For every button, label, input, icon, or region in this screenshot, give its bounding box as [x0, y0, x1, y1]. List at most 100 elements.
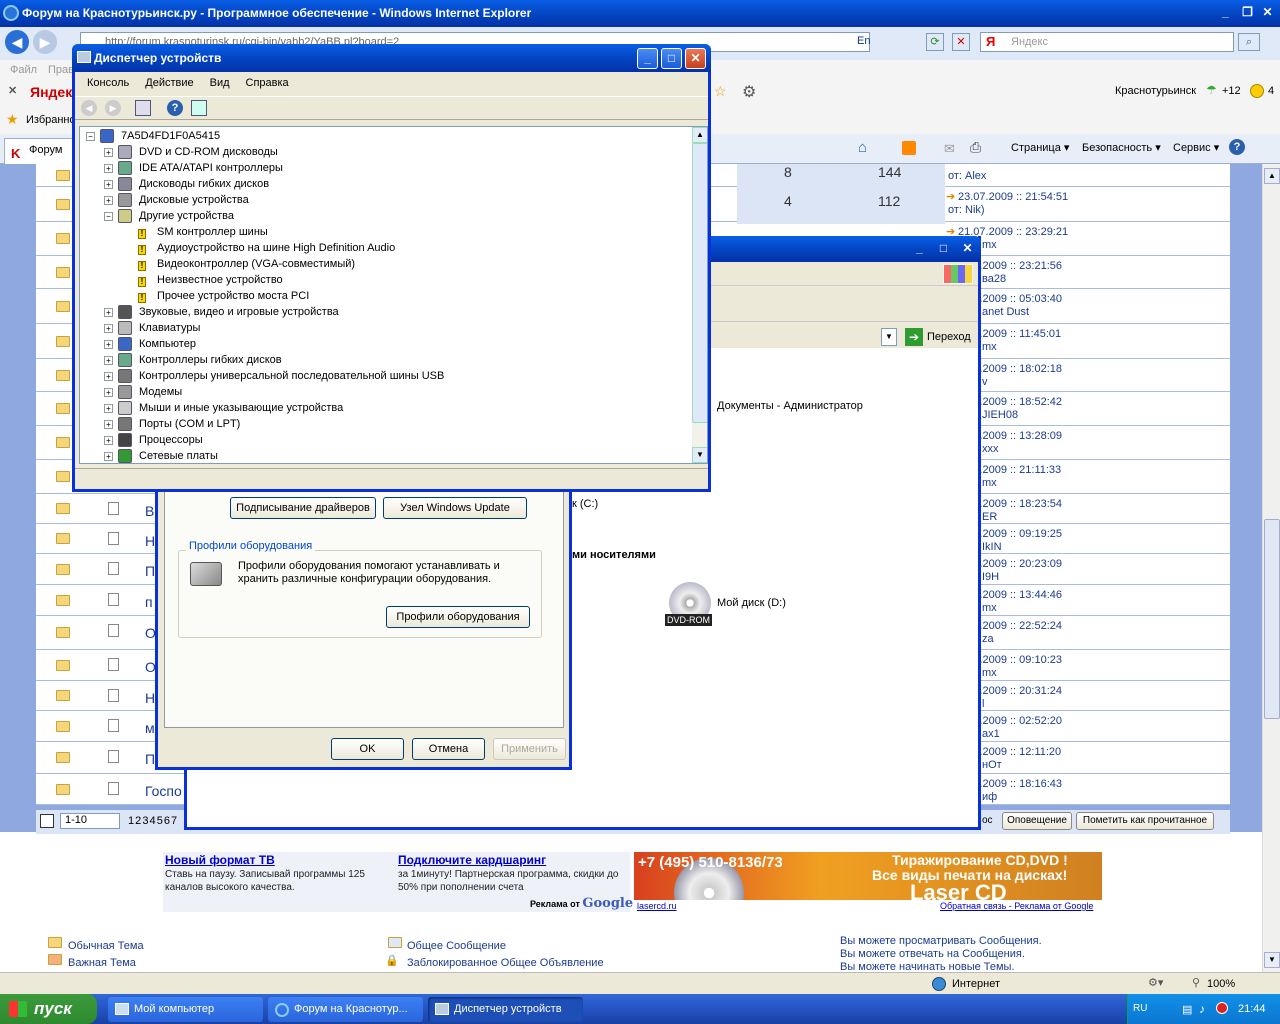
- search-icon[interactable]: ⌕: [1238, 33, 1260, 51]
- page-menu[interactable]: Страница ▾: [1011, 141, 1069, 154]
- topic-subject[interactable]: Н: [145, 690, 155, 706]
- topic-subject[interactable]: Госпо: [145, 783, 182, 799]
- help-icon[interactable]: ?: [1229, 139, 1245, 155]
- devmgr-maximize-button[interactable]: □: [661, 48, 682, 69]
- devmgr-minimize-button[interactable]: _: [637, 48, 658, 69]
- rss-icon[interactable]: [902, 141, 916, 155]
- expand-icon[interactable]: +: [104, 372, 113, 381]
- properties-icon[interactable]: [191, 100, 207, 116]
- device-tree[interactable]: − 7A5D4FD1F0A5415 + DVD и CD-ROM дисководы +…: [79, 126, 708, 464]
- expand-icon[interactable]: +: [104, 180, 113, 189]
- laser-cd-banner[interactable]: +7 (495) 510-8136/73 Тиражирование CD,DV…: [634, 852, 1102, 900]
- go-button[interactable]: Переход: [927, 331, 971, 343]
- expand-icon[interactable]: +: [104, 164, 113, 173]
- windows-update-button[interactable]: Узел Windows Update: [383, 497, 527, 519]
- last-post-author[interactable]: ва28: [982, 273, 1006, 285]
- forward-icon[interactable]: ▶: [33, 30, 57, 54]
- expand-icon[interactable]: +: [104, 308, 113, 317]
- menu-view[interactable]: Вид: [202, 74, 238, 92]
- tab-forum[interactable]: K Форум на: [4, 138, 78, 164]
- forward-disabled-icon[interactable]: ▶: [105, 100, 121, 116]
- expand-icon[interactable]: +: [104, 148, 113, 157]
- collapse-icon[interactable]: −: [86, 132, 95, 141]
- last-post-author[interactable]: xxx: [982, 443, 999, 455]
- city-name[interactable]: Краснотурьинск: [1115, 85, 1196, 97]
- tree-scroll-up-icon[interactable]: ▲: [692, 127, 707, 143]
- dvd-drive-label[interactable]: Мой диск (D:): [717, 597, 786, 609]
- last-post-author[interactable]: mx: [982, 341, 997, 353]
- favorites-star-icon[interactable]: ★: [6, 111, 19, 128]
- last-post-author[interactable]: mx: [982, 477, 997, 489]
- tray-security-icon[interactable]: [1216, 1002, 1228, 1014]
- expand-icon[interactable]: +: [104, 436, 113, 445]
- stop-icon[interactable]: ✕: [952, 33, 970, 51]
- last-post-arrow-icon[interactable]: ➔: [946, 191, 955, 203]
- scroll-up-icon[interactable]: ▲: [1264, 168, 1280, 184]
- mail-icon[interactable]: ✉: [944, 141, 955, 157]
- scroll-down-icon[interactable]: ▼: [1264, 952, 1280, 968]
- service-menu[interactable]: Сервис ▾: [1173, 141, 1219, 154]
- last-post-author[interactable]: anet Dust: [982, 306, 1029, 318]
- ie-titlebar[interactable]: Форум на Краснотурьинск.ру - Программное…: [0, 0, 1280, 27]
- mycomputer-close-button[interactable]: ✕: [957, 239, 978, 260]
- console-tree-icon[interactable]: [135, 100, 151, 116]
- tray-network-icon[interactable]: ▤: [1182, 1003, 1192, 1016]
- tree-scroll-down-icon[interactable]: ▼: [692, 447, 707, 463]
- address-dropdown-icon[interactable]: ▼: [881, 328, 897, 346]
- help-icon[interactable]: ?: [167, 100, 183, 116]
- topic-subject[interactable]: Н: [145, 533, 155, 549]
- last-post-date[interactable]: 23.07.2009 :: 21:54:51: [958, 191, 1068, 203]
- topic-subject[interactable]: П: [145, 751, 155, 767]
- last-post-author[interactable]: v: [982, 376, 988, 388]
- home-icon[interactable]: ⌂: [858, 139, 867, 156]
- topic-subject[interactable]: П: [145, 563, 155, 579]
- last-post-author[interactable]: mx: [982, 667, 997, 679]
- last-post-author[interactable]: ax1: [982, 728, 1000, 740]
- menu-help[interactable]: Справка: [238, 74, 297, 92]
- devmgr-titlebar[interactable]: Диспетчер устройств: [72, 44, 711, 72]
- last-post-author[interactable]: от: Alex: [948, 170, 986, 182]
- last-post-author[interactable]: IkIN: [982, 541, 1002, 553]
- menu-console[interactable]: Консоль: [79, 74, 137, 92]
- print-icon[interactable]: ⎙: [970, 139, 981, 156]
- ie-scrollbar[interactable]: ▲ ▼: [1262, 164, 1280, 972]
- favorite-add-icon[interactable]: ☆: [714, 83, 727, 100]
- expand-icon[interactable]: +: [104, 340, 113, 349]
- menu-action[interactable]: Действие: [137, 74, 201, 92]
- protected-mode-icon[interactable]: ⚙▾: [1148, 976, 1163, 989]
- go-arrow-icon[interactable]: ➔: [905, 328, 923, 346]
- mark-read-button[interactable]: Пометить как прочитанное: [1076, 812, 1214, 830]
- expand-icon[interactable]: +: [104, 420, 113, 429]
- close-toolbar-icon[interactable]: ✕: [8, 84, 17, 97]
- tree-scroll-thumb[interactable]: [692, 143, 707, 423]
- last-post-author[interactable]: mx: [982, 239, 997, 251]
- menu-file[interactable]: Файл: [10, 64, 37, 76]
- settings-gear-icon[interactable]: ⚙: [742, 82, 756, 102]
- last-post-author[interactable]: mx: [982, 602, 997, 614]
- banner-site-link[interactable]: lasercd.ru: [637, 901, 677, 911]
- last-post-author[interactable]: ER: [982, 511, 997, 523]
- task-my-computer[interactable]: Мой компьютер: [108, 997, 263, 1022]
- start-button[interactable]: пуск: [0, 994, 97, 1024]
- last-post-author[interactable]: JIEH08: [982, 409, 1018, 421]
- last-post-author[interactable]: нОт: [982, 759, 1002, 771]
- ok-button[interactable]: OK: [331, 738, 404, 760]
- drive-c-label[interactable]: к (C:): [572, 498, 598, 510]
- zoom-level[interactable]: 100%: [1207, 978, 1235, 990]
- ad2-link[interactable]: Подключите кардшаринг: [398, 853, 546, 867]
- expand-icon[interactable]: +: [104, 388, 113, 397]
- expand-icon[interactable]: +: [104, 196, 113, 205]
- expand-icon[interactable]: +: [104, 356, 113, 365]
- expand-icon[interactable]: +: [104, 404, 113, 413]
- back-icon[interactable]: ◀: [5, 30, 29, 54]
- tray-lang[interactable]: RU: [1133, 1003, 1147, 1014]
- collapse-icon[interactable]: −: [104, 212, 113, 221]
- security-menu[interactable]: Безопасность ▾: [1082, 141, 1161, 154]
- ie-minimize-button[interactable]: _: [1215, 3, 1236, 24]
- last-post-author[interactable]: I9H: [982, 571, 999, 583]
- last-post-author[interactable]: от: Nik): [948, 204, 985, 216]
- driver-signing-button[interactable]: Подписывание драйверов: [230, 497, 376, 519]
- back-disabled-icon[interactable]: ◀: [81, 100, 97, 116]
- refresh-icon[interactable]: ⟳: [926, 33, 944, 51]
- tree-scrollbar[interactable]: ▲ ▼: [692, 127, 707, 463]
